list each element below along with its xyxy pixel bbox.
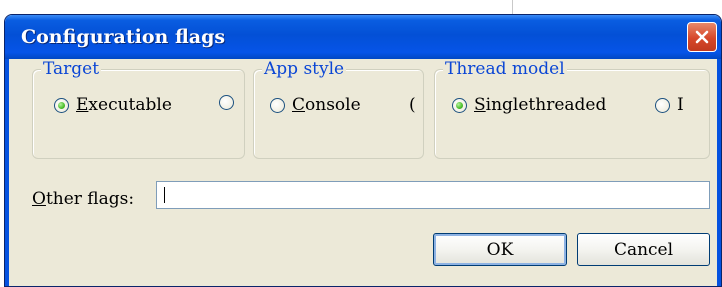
background-window-text-fragment — [518, 0, 718, 9]
target-group-label: Target — [41, 59, 102, 79]
radio-checked-icon — [54, 97, 69, 113]
close-icon — [695, 30, 709, 44]
app-style-group: App style Console ( — [253, 59, 424, 159]
clipped-radio-fragment: ( — [409, 95, 416, 115]
background-window-fragment — [0, 0, 505, 10]
other-flags-label: Other flags: — [32, 189, 135, 209]
radio-checked-icon — [452, 97, 467, 113]
text-caret — [164, 187, 165, 203]
window-frame-left — [5, 59, 9, 286]
title-bar: Configuration flags — [5, 15, 721, 59]
ok-button[interactable]: OK — [433, 233, 567, 266]
radio-unchecked-icon — [219, 95, 234, 110]
radio-unchecked-icon — [270, 97, 285, 113]
close-button[interactable] — [687, 22, 717, 52]
target-group: Target Executable — [32, 59, 245, 159]
cancel-button[interactable]: Cancel — [577, 233, 710, 266]
app-style-console-radio[interactable]: Console — [270, 95, 361, 115]
target-second-radio[interactable] — [219, 95, 241, 110]
clipped-option-fragment: I — [677, 95, 684, 115]
radio-unchecked-icon — [655, 97, 670, 113]
dialog-title: Configuration flags — [21, 26, 226, 48]
target-executable-radio[interactable]: Executable — [54, 95, 172, 115]
app-style-console-label: Console — [292, 95, 361, 115]
thread-model-singlethreaded-radio[interactable]: Singlethreaded — [452, 95, 606, 115]
other-flags-input[interactable] — [156, 181, 710, 209]
configuration-flags-dialog: Configuration flags Target Executable Ap… — [4, 14, 722, 287]
thread-model-group: Thread model Singlethreaded I — [434, 59, 710, 159]
target-executable-label: Executable — [76, 95, 172, 115]
thread-model-group-label: Thread model — [443, 59, 567, 79]
window-frame-right — [717, 59, 721, 286]
thread-model-second-radio[interactable]: I — [655, 95, 684, 115]
app-style-group-label: App style — [262, 59, 347, 79]
thread-model-singlethreaded-label: Singlethreaded — [474, 95, 607, 115]
